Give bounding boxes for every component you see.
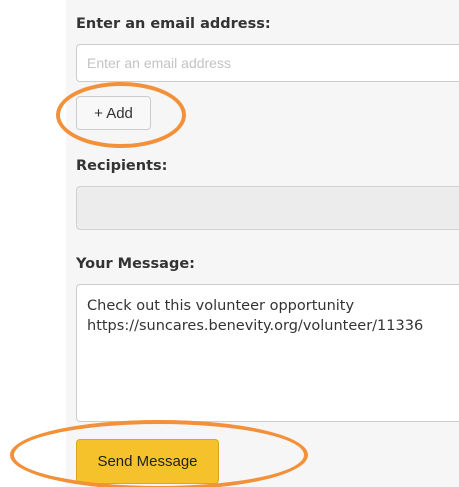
recipients-label: Recipients: (76, 158, 168, 174)
email-field-label: Enter an email address: (76, 16, 271, 32)
add-recipient-button[interactable]: + Add (76, 96, 151, 130)
recipients-list (76, 186, 459, 230)
send-message-button[interactable]: Send Message (76, 439, 219, 484)
message-textarea[interactable] (76, 284, 459, 422)
message-label: Your Message: (76, 256, 195, 272)
email-input[interactable] (76, 44, 459, 82)
